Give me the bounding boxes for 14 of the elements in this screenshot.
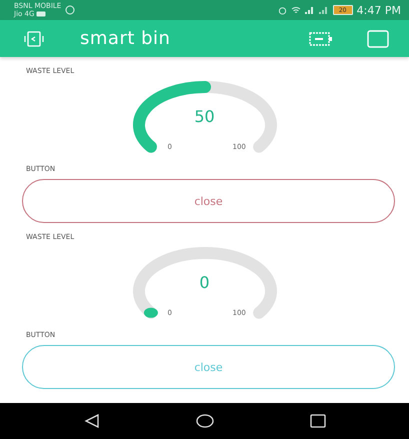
gauge-value: 50 (194, 107, 215, 126)
home-icon[interactable] (196, 414, 214, 428)
back-icon[interactable] (84, 414, 100, 428)
close-button[interactable]: close (22, 345, 395, 389)
volte-icon (36, 11, 46, 17)
gauge-fill (143, 308, 158, 318)
signal-icon (318, 6, 329, 14)
gauge-value: 0 (199, 273, 210, 292)
app-title: smart bin (80, 28, 170, 49)
close-button[interactable]: close (22, 179, 395, 223)
signal-icon (304, 6, 315, 14)
recents-icon[interactable] (310, 414, 326, 428)
clock-time: 4:47 PM (356, 4, 401, 16)
wifi-icon (290, 6, 301, 14)
